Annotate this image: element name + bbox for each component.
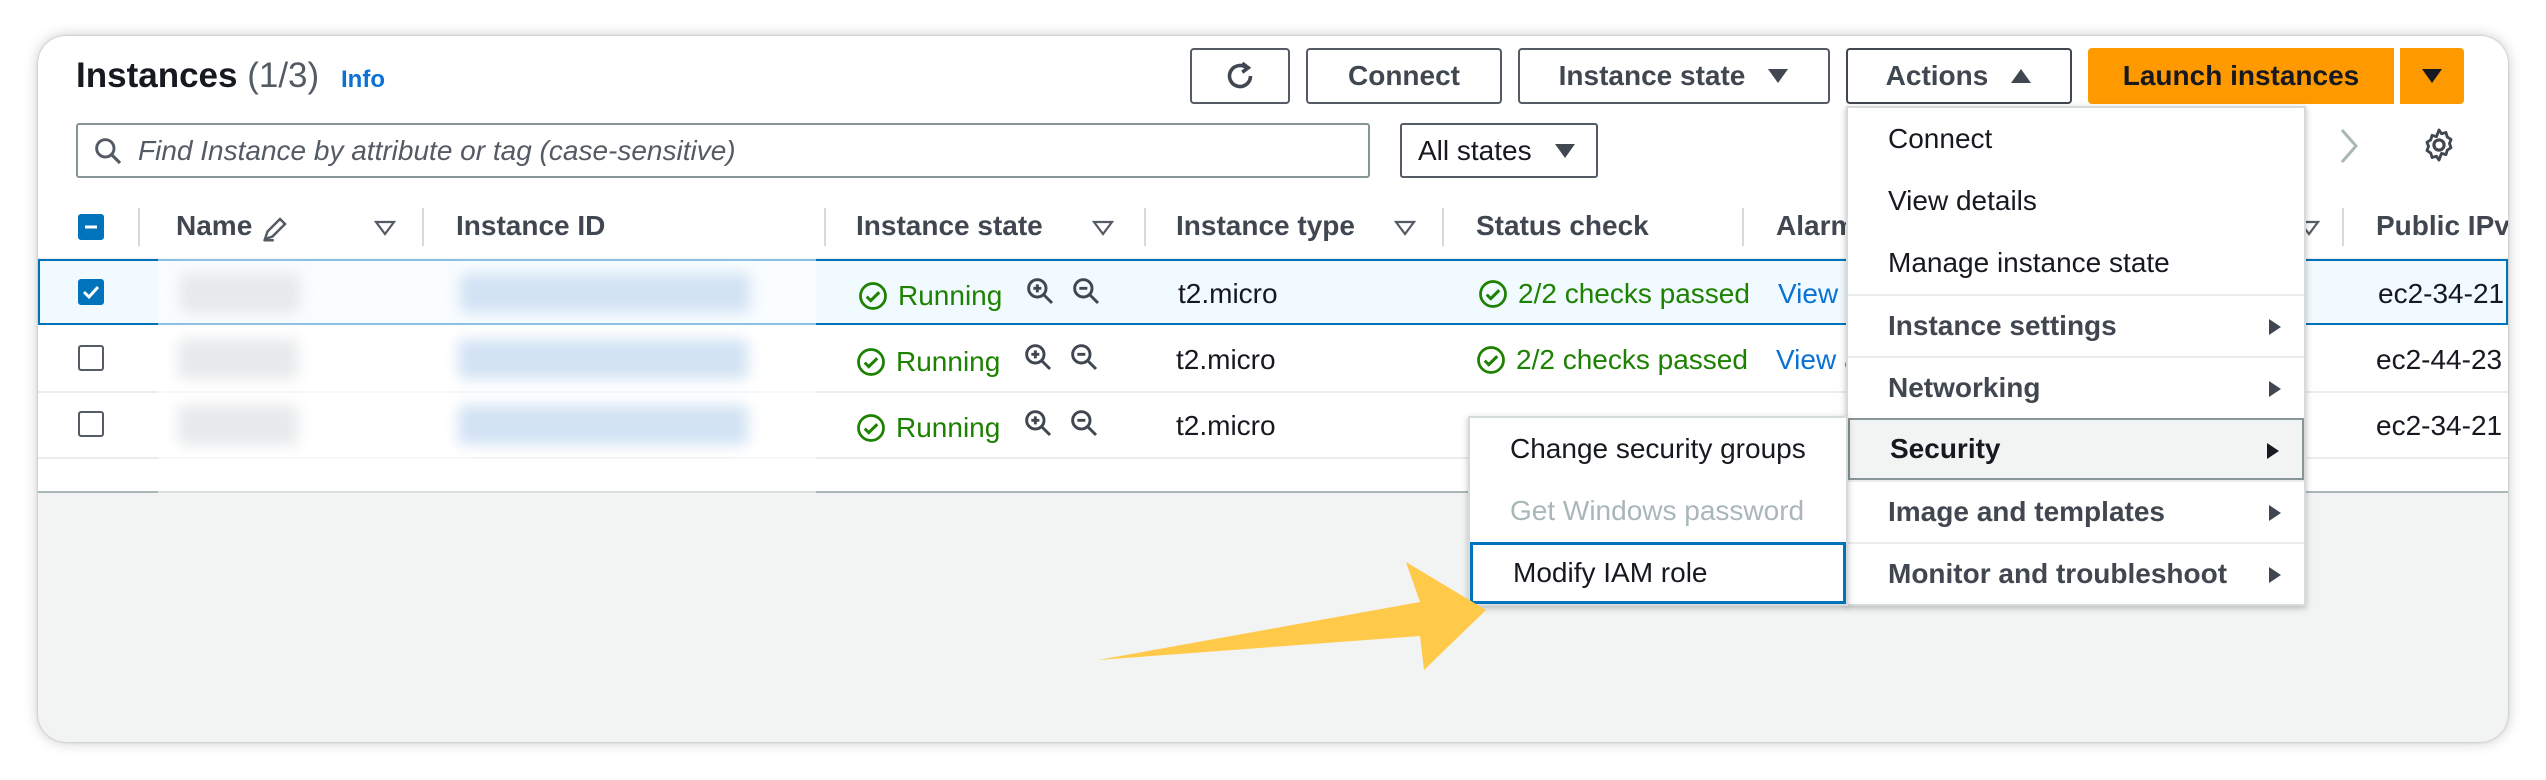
column-separator [2342,208,2344,246]
next-page-icon[interactable] [2336,126,2362,166]
zoom-in-icon[interactable] [1022,341,1054,373]
search-input[interactable] [136,133,1340,168]
menu-group-label: Image and templates [1888,496,2165,527]
state-filter-value: All states [1418,134,1532,166]
launch-instances-button[interactable]: Launch instances [2088,48,2394,104]
refresh-icon [1227,61,1253,89]
instance-state-value: Running [896,346,1001,377]
security-submenu: Change security groups Get Windows passw… [1468,416,1848,606]
instance-state-button-label: Instance state [1558,60,1746,91]
menu-item-view-details[interactable]: View details [1848,170,2304,232]
status-check-value: 2/2 checks passed [1516,344,1748,375]
page-title: Instances (1/3) [76,56,319,96]
instance-state-button[interactable]: Instance state [1518,48,1830,104]
menu-group-label: Monitor and troubleshoot [1888,558,2228,589]
gear-icon[interactable] [2420,126,2458,164]
success-icon [857,348,885,376]
caret-down-icon [2422,69,2442,83]
column-header-instance-id[interactable]: Instance ID [456,210,605,242]
actions-button-label: Actions [1885,60,1989,91]
column-header-status-check[interactable]: Status check [1476,210,1649,242]
zoom-out-icon[interactable] [1070,275,1102,307]
menu-group-label: Instance settings [1888,310,2117,341]
caret-down-icon [1768,69,1789,83]
check-icon [82,285,100,300]
sort-icon[interactable] [1394,220,1416,236]
menu-group-image-and-templates[interactable]: Image and templates [1848,480,2304,542]
submenu-arrow-icon [2269,319,2281,335]
refresh-button[interactable] [1190,48,1290,104]
connect-button[interactable]: Connect [1306,48,1502,104]
column-separator [824,208,826,246]
submenu-arrow-icon [2269,505,2281,521]
column-header-alarm[interactable]: Alarm [1776,210,1855,242]
selection-count: (1/3) [247,56,320,95]
instance-type-value: t2.micro [1176,344,1276,375]
callout-arrow [1098,562,1486,670]
column-header-public-ipv[interactable]: Public IPv [2376,210,2508,242]
submenu-item-modify-iam-role[interactable]: Modify IAM role [1470,542,1846,604]
zoom-out-icon[interactable] [1068,341,1100,373]
privacy-mask [158,258,816,494]
actions-menu: Connect View details Manage instance sta… [1846,106,2306,606]
menu-item-manage-instance-state[interactable]: Manage instance state [1848,232,2304,294]
row-checkbox[interactable] [78,411,104,437]
success-icon [1479,280,1507,308]
launch-options-button[interactable] [2400,48,2464,104]
submenu-arrow-icon [2269,567,2281,583]
public-dns-value: ec2-34-21 [2378,278,2505,309]
edit-icon [263,217,287,242]
info-link[interactable]: Info [341,66,385,94]
instance-type-value: t2.micro [1178,278,1278,309]
menu-group-monitor-and-troubleshoot[interactable]: Monitor and troubleshoot [1848,542,2304,604]
public-dns-value: ec2-34-21 [2376,410,2503,441]
actions-button[interactable]: Actions [1846,48,2072,104]
menu-item-connect[interactable]: Connect [1848,108,2304,170]
status-check-value: 2/2 checks passed [1518,278,1750,309]
column-separator [1742,208,1744,246]
column-separator [138,208,140,246]
success-icon [857,414,885,442]
menu-group-label: Networking [1888,372,2041,403]
column-header-instance-type[interactable]: Instance type [1176,210,1355,242]
instance-state-value: Running [898,280,1003,311]
submenu-arrow-icon [2269,381,2281,397]
column-separator [1442,208,1444,246]
caret-down-icon [1554,143,1575,158]
sort-icon[interactable] [1092,220,1114,236]
success-icon [1477,346,1505,374]
indeterminate-icon [85,225,97,229]
zoom-in-icon[interactable] [1022,407,1054,439]
instance-type-value: t2.micro [1176,410,1276,441]
column-header-instance-state[interactable]: Instance state [856,210,1043,242]
public-dns-value: ec2-44-23 [2376,344,2503,375]
zoom-out-icon[interactable] [1068,407,1100,439]
caret-up-icon [2011,69,2032,83]
row-checkbox[interactable] [78,345,104,371]
state-filter-select[interactable]: All states [1400,123,1598,178]
search-icon [95,137,122,164]
page-title-text: Instances [76,56,238,95]
success-icon [859,282,887,310]
column-separator [422,208,424,246]
menu-group-security[interactable]: Security [1848,418,2304,480]
instance-state-value: Running [896,412,1001,443]
app-window: Instances (1/3) Info Connect Instance st… [38,36,2508,742]
column-separator [1144,208,1146,246]
menu-group-instance-settings[interactable]: Instance settings [1848,294,2304,356]
search-field[interactable] [76,123,1370,178]
row-checkbox[interactable] [78,279,104,305]
select-all-checkbox[interactable] [78,214,104,240]
menu-group-networking[interactable]: Networking [1848,356,2304,418]
menu-group-label: Security [1890,433,2001,464]
column-header-name[interactable]: Name [176,210,252,242]
zoom-in-icon[interactable] [1024,275,1056,307]
submenu-arrow-icon [2267,443,2279,459]
submenu-item-get-windows-password: Get Windows password [1510,495,1805,526]
submenu-item-change-security-groups[interactable]: Change security groups [1470,418,1846,480]
sort-icon[interactable] [374,220,396,236]
